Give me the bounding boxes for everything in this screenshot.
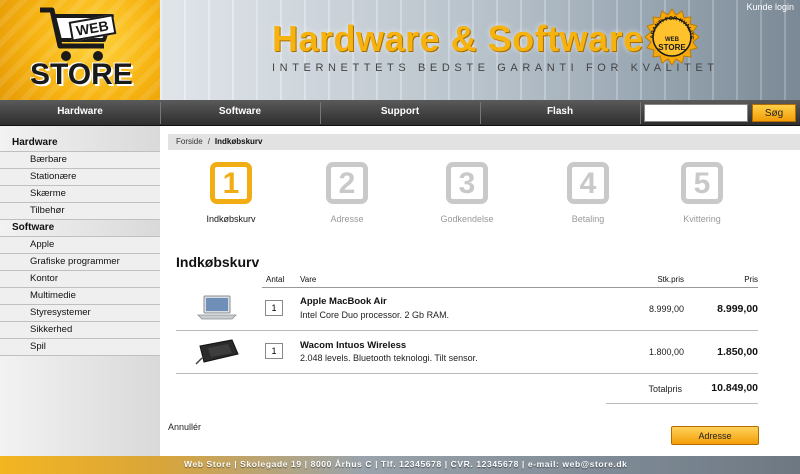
step-number-box: 1	[210, 162, 252, 204]
site-logo[interactable]: WEB STORE	[0, 0, 160, 100]
product-description: 2.048 levels. Bluetooth teknologi. Tilt …	[300, 353, 478, 363]
sidebar-item-styresystemer[interactable]: Styresystemer	[0, 305, 160, 322]
sidebar-item-kontor[interactable]: Kontor	[0, 271, 160, 288]
sidebar-item-multimedie[interactable]: Multimedie	[0, 288, 160, 305]
laptop-icon	[197, 295, 237, 320]
sidebar-item-skaerme[interactable]: Skærme	[0, 186, 160, 203]
column-header-price: Pris	[744, 275, 758, 284]
sidebar-item-tilbehoer[interactable]: Tilbehør	[0, 203, 160, 220]
step-number-box: 5	[681, 162, 723, 204]
column-header-item: Vare	[300, 275, 317, 284]
step-number-box: 2	[326, 162, 368, 204]
step-label: Adresse	[330, 214, 364, 224]
product-name[interactable]: Apple MacBook Air	[300, 296, 387, 307]
checkout-step-1: 1 Indkøbskurv	[186, 162, 276, 224]
total-price: 10.849,00	[711, 382, 758, 394]
step-label: Indkøbskurv	[206, 214, 256, 224]
sidebar-category-hardware[interactable]: Hardware	[0, 135, 160, 152]
step-number-box: 3	[446, 162, 488, 204]
line-price: 1.850,00	[717, 346, 758, 358]
line-price: 8.999,00	[717, 303, 758, 315]
breadcrumb-current: Indkøbskurv	[214, 137, 263, 146]
breadcrumb: Forside / Indkøbskurv	[168, 134, 800, 150]
quantity-input[interactable]	[265, 300, 283, 316]
checkout-step-5: 5 Kvittering	[657, 162, 747, 224]
sidebar-category-software[interactable]: Software	[0, 220, 160, 237]
site-header: WEB STORE Hardware & Software INTERNETTE…	[0, 0, 800, 100]
cart-heading: Indkøbskurv	[176, 254, 260, 270]
quantity-input[interactable]	[265, 343, 283, 359]
tablet-icon	[195, 339, 239, 365]
search-button[interactable]: Søg	[752, 104, 796, 122]
product-description: Intel Core Duo processor. 2 Gb RAM.	[300, 310, 450, 320]
checkout-step-3: 3 Godkendelse	[422, 162, 512, 224]
step-number-box: 4	[567, 162, 609, 204]
checkout-step-2: 2 Adresse	[302, 162, 392, 224]
row-divider	[176, 330, 758, 331]
main-nav: Hardware Software Support Flash Søg	[0, 100, 800, 126]
nav-support[interactable]: Support	[320, 100, 480, 126]
search-input[interactable]	[644, 104, 748, 122]
sidebar-item-sikkerhed[interactable]: Sikkerhed	[0, 322, 160, 339]
step-label: Godkendelse	[440, 214, 494, 224]
sidebar-item-apple[interactable]: Apple	[0, 237, 160, 254]
cancel-link[interactable]: Annullér	[168, 422, 201, 432]
unit-price: 8.999,00	[648, 304, 684, 314]
nav-flash[interactable]: Flash	[480, 100, 640, 126]
column-header-qty: Antal	[266, 275, 285, 284]
column-header-unit-price: Stk.pris	[657, 275, 684, 284]
total-divider	[606, 403, 758, 404]
total-label: Totalpris	[648, 384, 682, 394]
quality-seal-icon: GARANTI FOR KVALITET WEB STORE	[642, 8, 700, 66]
logo-store-text: STORE	[30, 58, 133, 91]
step-label: Betaling	[571, 214, 605, 224]
site-footer: Web Store | Skolegade 19 | 8000 Århus C …	[0, 456, 800, 474]
customer-login-link[interactable]: Kunde login	[746, 2, 794, 12]
nav-software[interactable]: Software	[160, 100, 320, 126]
table-header-divider	[262, 287, 758, 288]
sidebar-item-stationaere[interactable]: Stationære	[0, 169, 160, 186]
checkout-step-4: 4 Betaling	[543, 162, 633, 224]
sidebar-item-spil[interactable]: Spil	[0, 339, 160, 356]
breadcrumb-separator: /	[207, 137, 210, 146]
nav-hardware[interactable]: Hardware	[0, 100, 160, 126]
sidebar-item-grafiske-programmer[interactable]: Grafiske programmer	[0, 254, 160, 271]
next-step-button[interactable]: Adresse	[671, 426, 759, 445]
step-label: Kvittering	[683, 214, 721, 224]
footer-contact-info: Web Store | Skolegade 19 | 8000 Århus C …	[184, 459, 628, 469]
sidebar-item-baerbare[interactable]: Bærbare	[0, 152, 160, 169]
category-sidebar: Hardware Bærbare Stationære Skærme Tilbe…	[0, 126, 160, 456]
nav-divider	[640, 102, 641, 124]
product-name[interactable]: Wacom Intuos Wireless	[300, 340, 406, 351]
row-divider	[176, 373, 758, 374]
site-title: Hardware & Software	[272, 18, 644, 59]
unit-price: 1.800,00	[648, 347, 684, 357]
svg-text:STORE: STORE	[658, 43, 686, 52]
header-banner: Hardware & Software INTERNETTETS BEDSTE …	[160, 0, 800, 100]
breadcrumb-home-link[interactable]: Forside	[176, 137, 203, 146]
